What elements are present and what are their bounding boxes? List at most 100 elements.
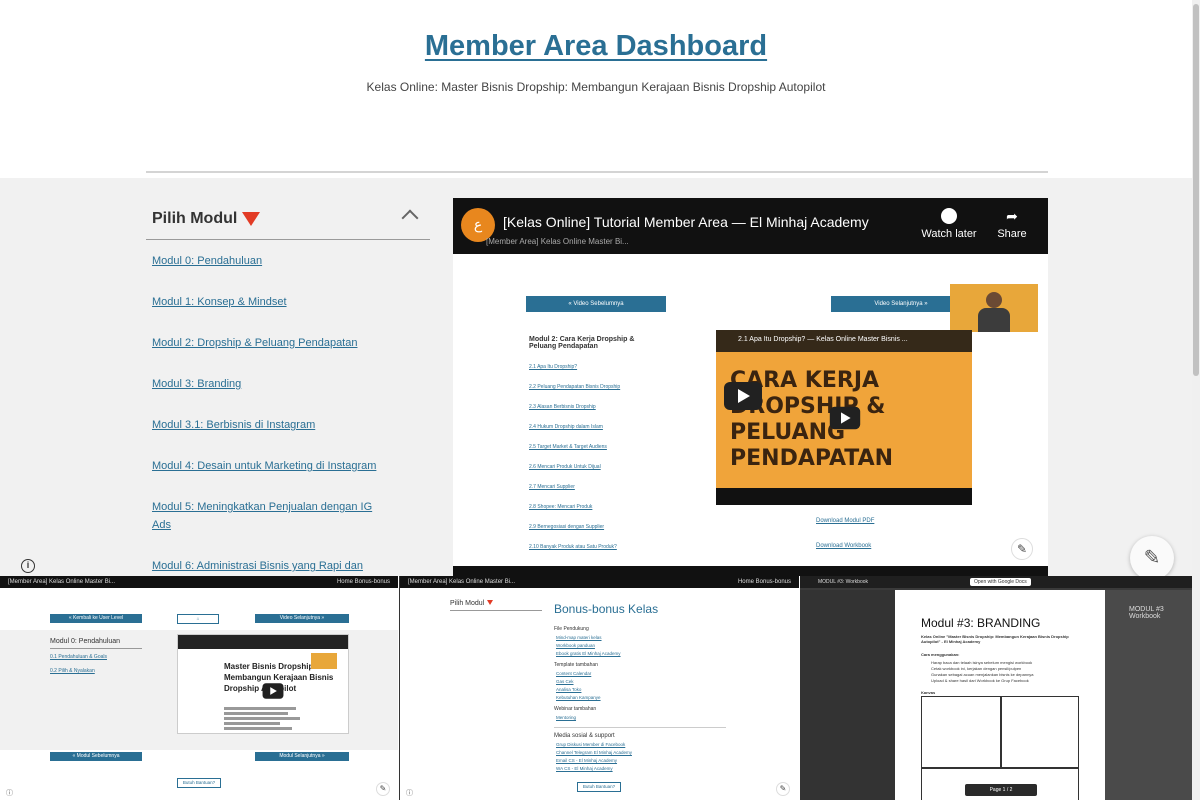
screenshot-thumb-workbook[interactable]: MODUL #3: Workbook Open with Google Docs… [800,576,1200,800]
info-icon[interactable]: i [21,559,35,573]
module-selector-header[interactable]: Pilih Modul [146,198,430,240]
module-link-6[interactable]: Modul 6: Administrasi Bisnis yang Rapi d… [152,557,392,575]
media-link[interactable]: WA CS - El Minhaj Academy [554,765,726,773]
page-header: Member Area Dashboard Kelas Online: Mast… [0,0,1200,172]
info-icon[interactable]: ⓘ [6,788,13,798]
pdf-viewer-title: MODUL #3: Workbook [818,579,869,585]
pdf-viewer-bar: MODUL #3: Workbook Open with Google Docs [800,576,1200,588]
inner-lesson[interactable]: 2.6 Mencari Produk Untuk Dijual [529,464,620,484]
thumb-next-module-button[interactable]: Modul Selanjutnya » [255,752,349,761]
doc-step: Harap baca dan telaah isinya sebelum men… [931,660,1033,665]
pdf-background-left [800,590,895,800]
info-icon[interactable]: ⓘ [406,788,413,798]
media-link[interactable]: Channel Telegram El Minhaj Academy [554,749,726,757]
watch-later-label: Watch later [921,228,977,240]
thumb-presenter [311,653,337,669]
play-button-icon[interactable] [829,406,861,430]
inner-lesson[interactable]: 2.9 Bernegosiasi dengan Supplier [529,524,620,544]
thumb-module-selector[interactable]: Pilih Modul [450,600,542,611]
module-link-1[interactable]: Modul 1: Konsep & Mindset [152,293,392,311]
screenshot-thumb-member-area[interactable]: [Member Area] Kelas Online Master Bi... … [0,576,398,800]
bonus-content: File Pendukung Mind-map materi kelas Wor… [554,622,726,773]
bonus-link[interactable]: Mentoring [554,714,726,722]
module-link-5[interactable]: Modul 5: Meningkatkan Penjualan dengan I… [152,498,392,534]
share-label: Share [997,228,1027,240]
bonus-link[interactable]: Analisa Toko [554,686,726,694]
bonus-link[interactable]: Kebutuhan Kampanye [554,694,726,702]
thumb-help-button[interactable]: Butuh Bantuan? [177,778,221,788]
inner-video-player[interactable]: 2.1 Apa Itu Dropship? — Kelas Online Mas… [716,330,972,505]
bonus-link[interactable]: Ebook gratis El Minhaj Academy [554,650,726,658]
thumb-video-header [178,635,348,649]
inner-lesson[interactable]: 2.5 Target Market & Target Audiens [529,444,620,464]
bonus-link[interactable]: Mind-map materi kelas [554,634,726,642]
module-link-3-1[interactable]: Modul 3.1: Berbisnis di Instagram [152,416,392,434]
module-link-3[interactable]: Modul 3: Branding [152,375,392,393]
inner-lesson-list: 2.1 Apa Itu Dropship? 2.2 Peluang Pendap… [529,364,620,564]
doc-step: Upload & share hasil dari Workbook ke Gr… [931,678,1029,683]
inner-prev-button[interactable]: « Video Sebelumnya [526,296,666,312]
module-link-4[interactable]: Modul 4: Desain untuk Marketing di Insta… [152,457,392,475]
thumb-bar-nav: Home Bonus-bonus [737,579,791,585]
bonus-link[interactable]: Workbook panduan [554,642,726,650]
chevron-up-icon[interactable] [401,209,419,227]
module-selector-title: Pilih Modul [152,210,238,227]
video-title[interactable]: [Kelas Online] Tutorial Member Area — El… [503,214,869,230]
clock-icon [941,208,957,224]
inner-lesson[interactable]: 2.10 Banyak Produk atau Satu Produk? [529,544,620,564]
inner-video-title: 2.1 Apa Itu Dropship? — Kelas Online Mas… [716,330,972,352]
pencil-icon[interactable]: ✎ [776,782,790,796]
thumb-next-button[interactable]: Video Selanjutnya » [255,614,349,623]
video-header: ع [Kelas Online] Tutorial Member Area — … [453,198,1048,254]
share-button[interactable]: ➦ Share [993,208,1031,240]
thumb-lesson-link[interactable]: 0.1 Pendahuluan & Goals [50,654,107,660]
pdf-page-indicator[interactable]: Page 1 / 2 [965,784,1037,796]
presenter-head [986,292,1002,308]
module-link-2[interactable]: Modul 2: Dropship & Peluang Pendapatan [152,334,392,352]
inner-video-controls [716,488,972,505]
screenshot-thumb-bonus[interactable]: [Member Area] Kelas Online Master Bi... … [399,576,799,800]
presenter-body [978,308,1010,332]
open-with-docs-button[interactable]: Open with Google Docs [970,578,1031,586]
bonus-section-heading: Template tambahan [554,662,598,668]
thumb-bar-title: [Member Area] Kelas Online Master Bi... [408,579,516,585]
thumb-video[interactable]: Master Bisnis Dropship: Membangun Keraja… [177,634,349,734]
canvas-box [921,696,1001,768]
inner-lesson[interactable]: 2.4 Hukum Dropship dalam Islam [529,424,620,444]
pencil-icon[interactable]: ✎ [1130,536,1174,580]
inner-lesson[interactable]: 2.2 Peluang Pendapatan Bisnis Dropship [529,384,620,404]
thumb-prev-module-button[interactable]: « Modul Sebelumnya [50,752,142,761]
thumb-help-button[interactable]: Butuh Bantuan? [577,782,621,792]
thumb-back-button[interactable]: « Kembali ke User Level [50,614,142,623]
thumb-lesson-link[interactable]: 0.2 Pilih & Nyalakan [50,668,95,674]
canvas-box [1001,696,1079,768]
inner-lesson[interactable]: 2.3 Alasan Berbisnis Dropship [529,404,620,424]
bonus-link[interactable]: Content Calendar [554,670,726,678]
video-controls-bar [453,566,1048,576]
module-list: Modul 0: Pendahuluan Modul 1: Konsep & M… [152,252,392,598]
play-button-icon[interactable] [262,683,284,699]
inner-lesson[interactable]: 2.1 Apa Itu Dropship? [529,364,620,384]
pencil-icon[interactable]: ✎ [376,782,390,796]
video-player[interactable]: ع [Kelas Online] Tutorial Member Area — … [453,198,1048,576]
page-title[interactable]: Member Area Dashboard [0,30,1192,63]
inner-lesson[interactable]: 2.7 Mencari Supplier [529,484,620,504]
play-button-icon[interactable] [724,382,762,410]
watch-later-button[interactable]: Watch later [920,208,978,240]
pdf-side-title: MODUL #3 Workbook [1129,606,1164,620]
download-modul-link[interactable]: Download Modul PDF [816,518,874,524]
video-subtitle: [Member Area] Kelas Online Master Bi... [486,237,629,246]
download-workbook-link[interactable]: Download Workbook [816,543,871,549]
scrollbar-thumb[interactable] [1193,4,1199,376]
thumb-module-label: Pilih Modul [450,600,485,607]
media-link[interactable]: Grup Diskusi Member di Facebook [554,741,726,749]
bonus-link[interactable]: Gas Cek [554,678,726,686]
module-link-0[interactable]: Modul 0: Pendahuluan [152,252,392,270]
inner-module-title: Modul 2: Cara Kerja Dropship & Peluang P… [529,336,635,350]
pencil-icon[interactable]: ✎ [1011,538,1033,560]
thumb-bar-title: [Member Area] Kelas Online Master Bi... [8,579,116,585]
media-link[interactable]: Email CS - El Minhaj Academy [554,757,726,765]
thumb-home-icon[interactable]: ⌂ [177,614,219,624]
doc-title: Modul #3: BRANDING [921,616,1041,630]
inner-lesson[interactable]: 2.8 Shopee: Mencari Produk [529,504,620,524]
